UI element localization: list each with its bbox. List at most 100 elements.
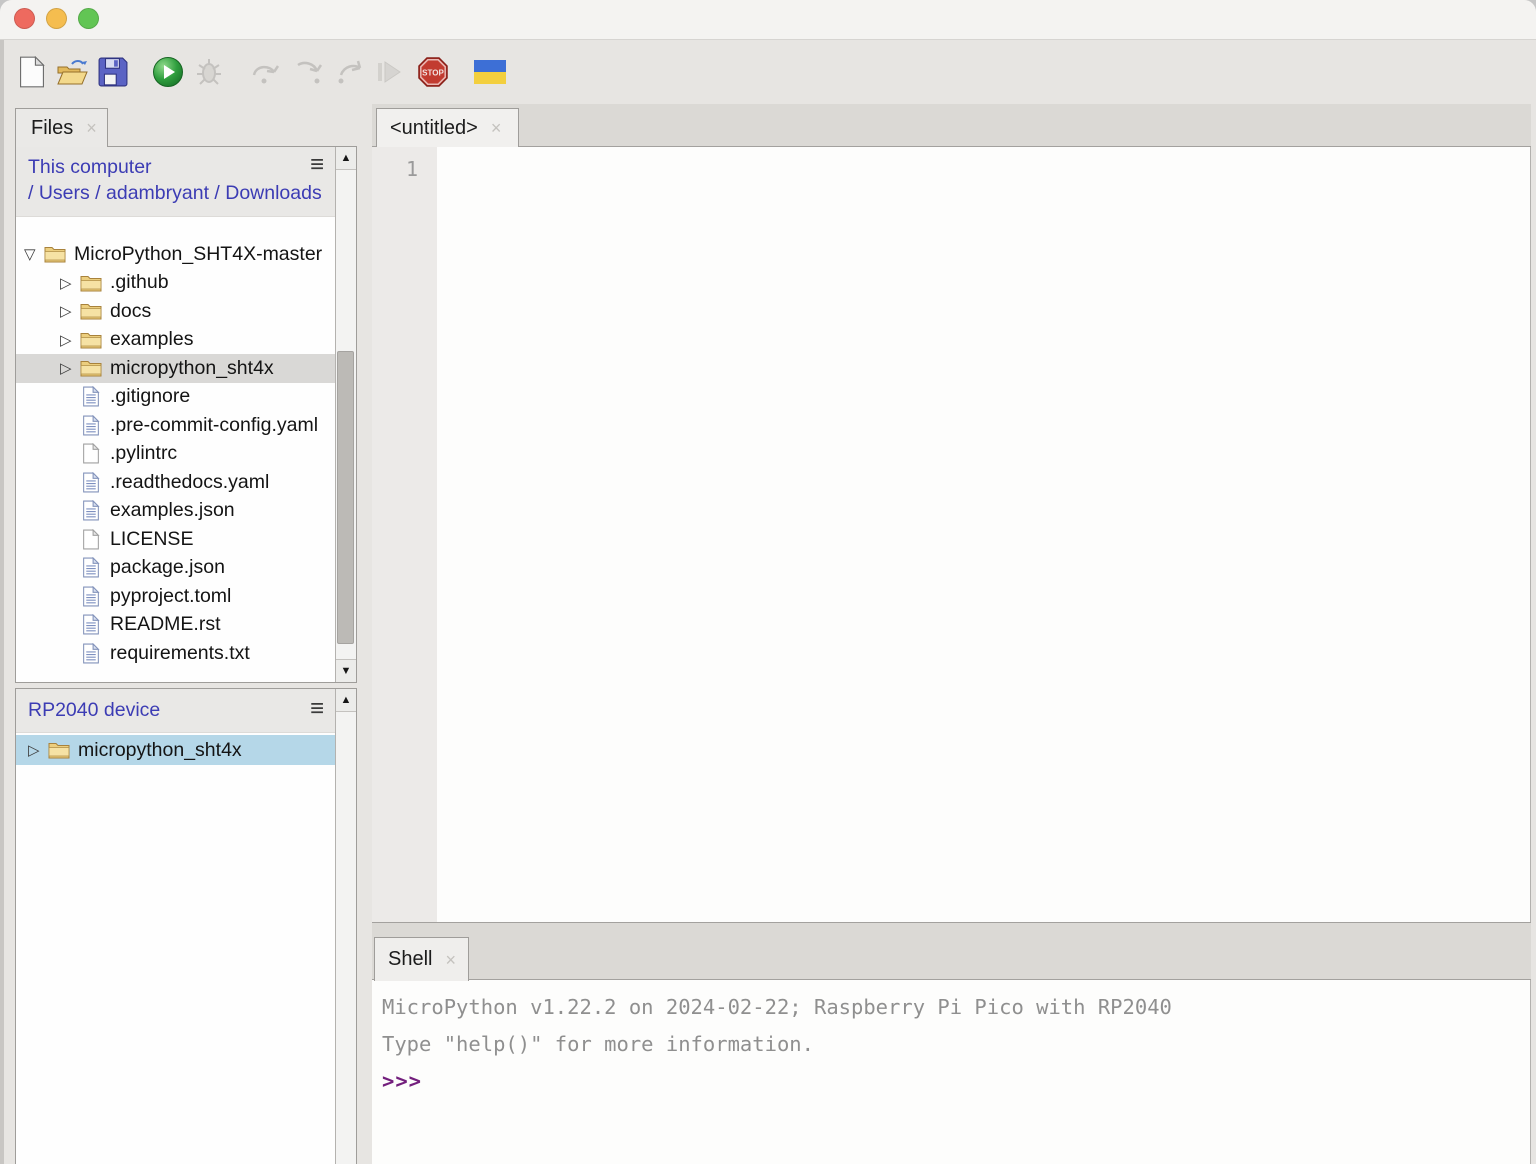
device-menu-icon[interactable]: ≡ bbox=[310, 697, 324, 721]
expander-closed-icon[interactable]: ▷ bbox=[60, 302, 80, 320]
tab-untitled-editor[interactable]: <untitled> × bbox=[376, 108, 519, 147]
tree-row[interactable]: .pylintrc bbox=[16, 440, 335, 469]
tree-row-label: MicroPython_SHT4X-master bbox=[74, 243, 322, 266]
tab-shell[interactable]: Shell × bbox=[374, 937, 469, 981]
tree-row-label: .readthedocs.yaml bbox=[110, 471, 269, 494]
window-left-edge bbox=[0, 40, 4, 1164]
device-panel: RP2040 device ≡ ▷ micropython_sht4x ▲ bbox=[15, 688, 357, 1164]
shell-tab-row bbox=[372, 922, 1531, 980]
new-file-button[interactable] bbox=[13, 52, 51, 92]
tree-row[interactable]: ▷ examples bbox=[16, 326, 335, 355]
shell-output-area[interactable]: MicroPython v1.22.2 on 2024-02-22; Raspb… bbox=[372, 980, 1531, 1164]
minimize-window-button[interactable] bbox=[46, 8, 67, 29]
tree-row[interactable]: requirements.txt bbox=[16, 639, 335, 668]
ukraine-flag-button[interactable] bbox=[471, 52, 509, 92]
file-lines-icon bbox=[82, 415, 100, 436]
tree-row[interactable]: .gitignore bbox=[16, 383, 335, 412]
scroll-down-icon[interactable]: ▼ bbox=[336, 659, 356, 682]
tree-row[interactable]: package.json bbox=[16, 554, 335, 583]
resume-button[interactable] bbox=[370, 52, 408, 92]
expander-open-icon[interactable]: ▽ bbox=[24, 245, 44, 263]
window-right-edge bbox=[1531, 104, 1536, 1164]
tree-row[interactable]: pyproject.toml bbox=[16, 582, 335, 611]
close-window-button[interactable] bbox=[14, 8, 35, 29]
device-scrollbar[interactable]: ▲ bbox=[335, 689, 356, 1164]
tree-row[interactable]: .pre-commit-config.yaml bbox=[16, 411, 335, 440]
expander-closed-icon[interactable]: ▷ bbox=[28, 741, 48, 759]
scroll-thumb[interactable] bbox=[337, 351, 354, 644]
open-folder-icon bbox=[55, 57, 89, 87]
file-plain-icon bbox=[82, 529, 100, 550]
code-text-area[interactable] bbox=[437, 147, 1530, 922]
expander-closed-icon[interactable]: ▷ bbox=[60, 359, 80, 377]
tree-row[interactable]: LICENSE bbox=[16, 525, 335, 554]
step-into-icon bbox=[294, 59, 324, 85]
device-tree-row-selected[interactable]: ▷ micropython_sht4x bbox=[16, 735, 335, 765]
new-file-icon bbox=[19, 56, 45, 88]
tab-files[interactable]: Files × bbox=[15, 108, 108, 147]
file-lines-icon bbox=[82, 472, 100, 493]
files-menu-icon[interactable]: ≡ bbox=[310, 153, 324, 177]
breadcrumb-path[interactable]: / Users / adambryant / Downloads bbox=[28, 181, 322, 207]
step-out-button[interactable] bbox=[330, 52, 368, 92]
shell-tab-label: Shell bbox=[388, 948, 432, 971]
files-tab-label: Files bbox=[31, 117, 73, 140]
files-scrollbar[interactable]: ▲ ▼ bbox=[335, 147, 356, 682]
tree-row-label: pyproject.toml bbox=[110, 585, 231, 608]
title-bar bbox=[0, 0, 1536, 40]
files-tree: ▽ MicroPython_SHT4X-master ▷ .github ▷ d… bbox=[16, 240, 335, 682]
files-panel-header: This computer / Users / adambryant / Dow… bbox=[16, 147, 356, 217]
file-lines-icon bbox=[82, 386, 100, 407]
open-file-button[interactable] bbox=[53, 52, 91, 92]
tree-row-label: examples.json bbox=[110, 499, 235, 522]
stop-sign-icon: STOP bbox=[417, 56, 449, 88]
tree-row[interactable]: ▽ MicroPython_SHT4X-master bbox=[16, 240, 335, 269]
zoom-window-button[interactable] bbox=[78, 8, 99, 29]
tree-row-label: package.json bbox=[110, 556, 225, 579]
tree-row-label: micropython_sht4x bbox=[110, 357, 274, 380]
step-over-icon bbox=[250, 59, 280, 85]
step-into-button[interactable] bbox=[290, 52, 328, 92]
folder-icon bbox=[80, 359, 102, 377]
editor-tab-label: <untitled> bbox=[390, 117, 478, 140]
scroll-up-icon[interactable]: ▲ bbox=[336, 689, 356, 712]
files-tab-close-icon[interactable]: × bbox=[86, 119, 97, 137]
tree-row-label: requirements.txt bbox=[110, 642, 250, 665]
folder-icon bbox=[44, 245, 66, 263]
stop-restart-button[interactable]: STOP bbox=[414, 52, 452, 92]
ukraine-flag-icon bbox=[474, 60, 506, 84]
editor-tab-close-icon[interactable]: × bbox=[491, 119, 502, 137]
shell-tab-close-icon[interactable]: × bbox=[445, 951, 456, 969]
tree-row[interactable]: ▷ docs bbox=[16, 297, 335, 326]
debug-script-button[interactable] bbox=[190, 52, 228, 92]
run-play-icon bbox=[152, 56, 184, 88]
expander-closed-icon[interactable]: ▷ bbox=[60, 274, 80, 292]
run-script-button[interactable] bbox=[149, 52, 187, 92]
file-lines-icon bbox=[82, 643, 100, 664]
folder-icon bbox=[48, 741, 70, 759]
this-computer-link[interactable]: This computer bbox=[28, 155, 322, 181]
device-panel-title: RP2040 device bbox=[28, 699, 160, 721]
folder-icon bbox=[80, 274, 102, 292]
file-lines-icon bbox=[82, 614, 100, 635]
tree-row-label: examples bbox=[110, 328, 193, 351]
scroll-up-icon[interactable]: ▲ bbox=[336, 147, 356, 170]
code-editor[interactable]: 1 bbox=[372, 147, 1531, 922]
tree-row-label: .pylintrc bbox=[110, 442, 177, 465]
tree-row[interactable]: examples.json bbox=[16, 497, 335, 526]
tree-row[interactable]: README.rst bbox=[16, 611, 335, 640]
tree-row[interactable]: ▷ .github bbox=[16, 269, 335, 298]
tree-row-label: docs bbox=[110, 300, 151, 323]
file-lines-icon bbox=[82, 586, 100, 607]
tree-row-selected[interactable]: ▷ micropython_sht4x bbox=[16, 354, 335, 383]
toolbar: STOP bbox=[0, 40, 1536, 104]
tree-row[interactable]: .readthedocs.yaml bbox=[16, 468, 335, 497]
expander-closed-icon[interactable]: ▷ bbox=[60, 331, 80, 349]
folder-icon bbox=[80, 331, 102, 349]
step-over-button[interactable] bbox=[246, 52, 284, 92]
line-number-gutter: 1 bbox=[372, 147, 437, 922]
line-number: 1 bbox=[372, 147, 437, 181]
debug-bug-icon bbox=[195, 57, 223, 87]
save-file-button[interactable] bbox=[94, 52, 132, 92]
editor-tab-row bbox=[372, 104, 1531, 147]
